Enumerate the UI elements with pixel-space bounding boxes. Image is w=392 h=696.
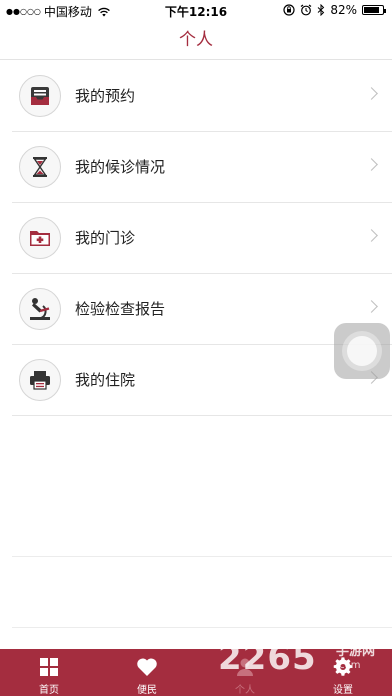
tab-bar: 首页 便民 个人 设置 [0,649,392,696]
nav-bar: 个人 [0,20,392,60]
chevron-right-icon [365,158,378,171]
divider [12,557,392,628]
grid-icon [38,656,60,678]
empty-list-area [12,486,392,628]
assistive-touch-core [347,336,377,366]
inbox-tray-icon [19,75,61,117]
status-bar: ●●○○○ 中国移动 下午12:16 82% [0,0,392,20]
menu-item-appointments[interactable]: 我的预约 [12,61,392,132]
menu-item-label: 我的住院 [75,371,136,389]
tab-convenience[interactable]: 便民 [98,649,196,696]
tab-label: 个人 [235,685,255,696]
tab-label: 便民 [137,685,157,696]
tab-home[interactable]: 首页 [0,649,98,696]
chevron-right-icon [365,87,378,100]
printer-icon [19,359,61,401]
tab-label: 首页 [39,685,59,696]
menu-item-label: 我的候诊情况 [75,158,166,176]
menu-item-label: 我的门诊 [75,229,136,247]
heart-icon [136,656,158,678]
hourglass-icon [19,146,61,188]
battery-icon [362,5,386,15]
chevron-right-icon [365,300,378,313]
gear-icon [332,656,354,678]
menu-item-label: 检验检查报告 [75,300,166,318]
person-icon [234,656,256,678]
microscope-icon [19,288,61,330]
divider [12,486,392,557]
battery-fill [364,7,379,13]
alarm-icon [300,4,312,16]
menu-item-outpatient[interactable]: 我的门诊 [12,203,392,274]
tab-personal[interactable]: 个人 [196,649,294,696]
tab-label: 设置 [333,685,353,696]
menu-item-queue-status[interactable]: 我的候诊情况 [12,132,392,203]
bluetooth-icon [317,4,325,16]
tab-settings[interactable]: 设置 [294,649,392,696]
medical-folder-icon [19,217,61,259]
assistive-touch-button[interactable] [334,323,390,379]
chevron-right-icon [365,229,378,242]
orientation-lock-icon [283,4,295,16]
assistive-touch-ring [342,331,382,371]
battery-percent: 82% [330,3,357,17]
status-right: 82% [283,3,386,17]
menu-item-label: 我的预约 [75,87,136,105]
page-title: 个人 [179,30,213,50]
